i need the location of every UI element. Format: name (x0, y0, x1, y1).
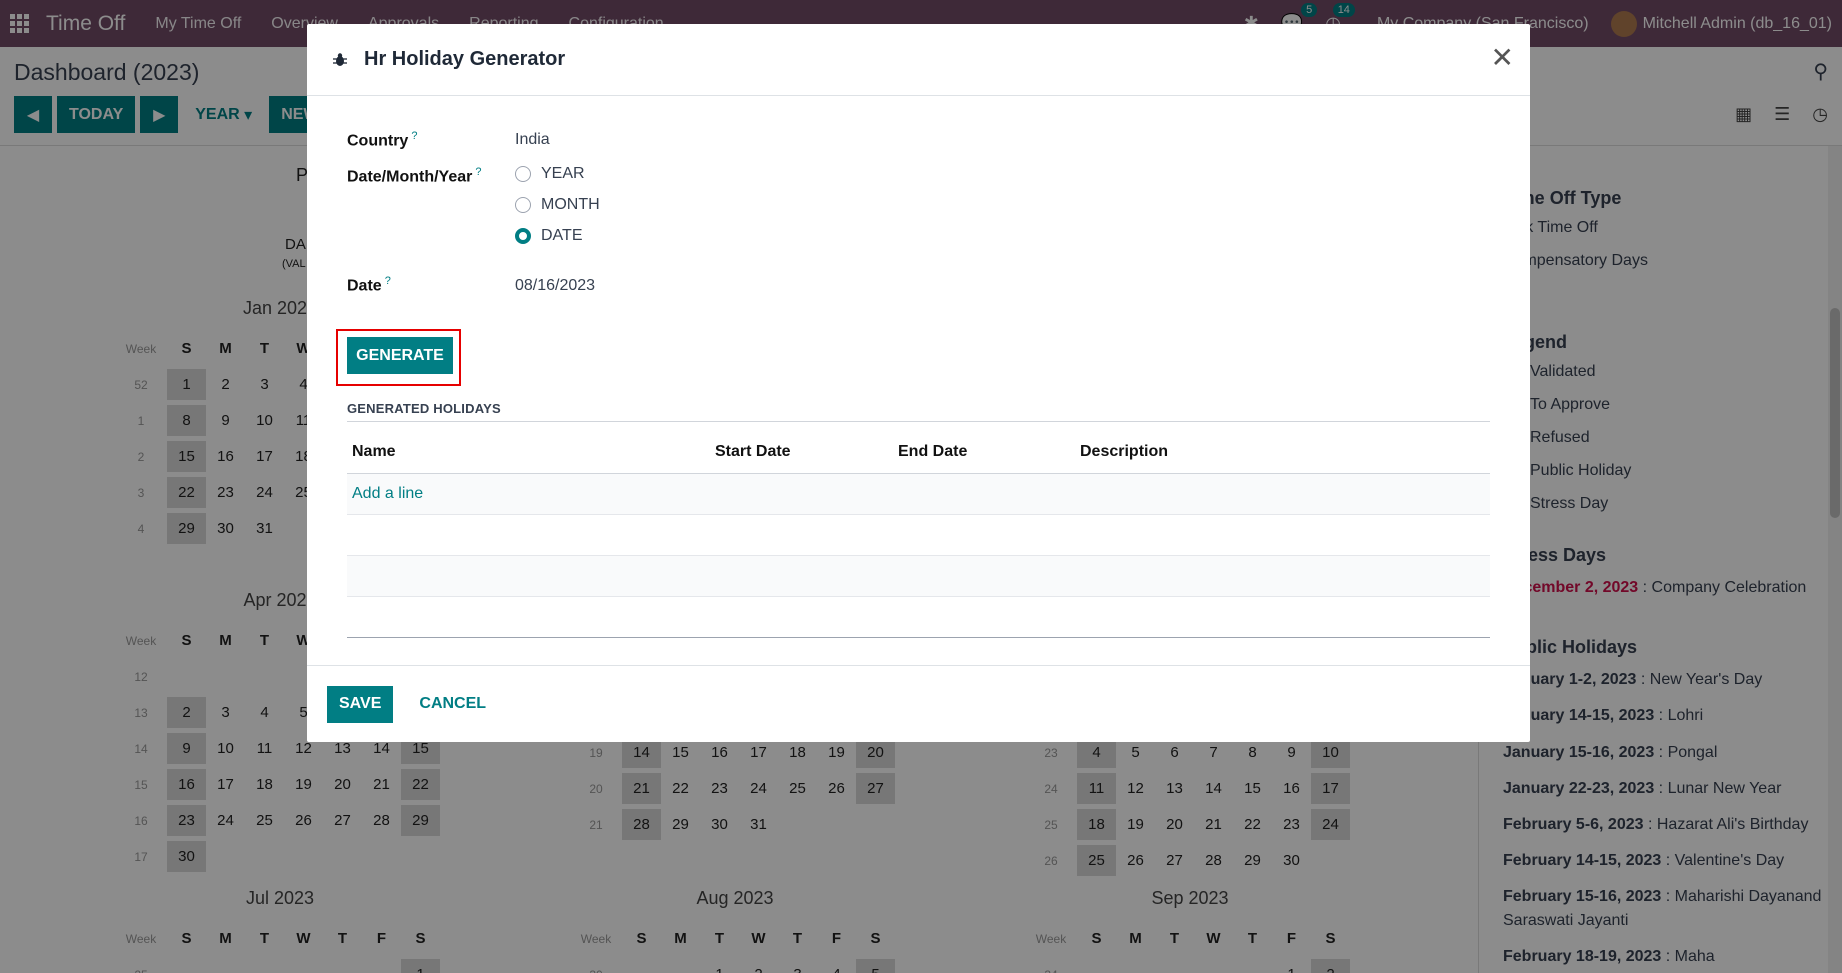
date-label: Date? (347, 275, 391, 295)
radio-date[interactable]: DATE (515, 227, 582, 245)
holiday-generator-dialog: Hr Holiday Generator ✕ Country? India Da… (307, 24, 1530, 742)
radio-circle (515, 166, 531, 182)
bug-icon (332, 52, 348, 68)
help-icon[interactable]: ? (411, 130, 417, 142)
column-description[interactable]: Description (1080, 443, 1168, 461)
help-icon[interactable]: ? (385, 275, 391, 287)
column-end-date[interactable]: End Date (898, 443, 1080, 461)
table-row (347, 556, 1490, 597)
column-name[interactable]: Name (347, 443, 715, 461)
table-row (347, 515, 1490, 556)
table-header: Name Start Date End Date Description (347, 431, 1490, 474)
table-row (347, 597, 1490, 638)
radio-label: YEAR (541, 165, 585, 182)
generate-button[interactable]: GENERATE (347, 337, 453, 374)
date-month-year-label: Date/Month/Year? (347, 166, 481, 186)
radio-label: MONTH (541, 196, 600, 213)
label-text: Date/Month/Year (347, 168, 473, 186)
section-divider (347, 421, 1490, 422)
close-icon[interactable]: ✕ (1491, 44, 1514, 72)
cancel-button[interactable]: CANCEL (409, 695, 496, 713)
country-label: Country? (347, 130, 417, 150)
date-field[interactable]: 08/16/2023 (515, 277, 595, 295)
table-row: Add a line (347, 474, 1490, 515)
radio-year[interactable]: YEAR (515, 165, 585, 183)
dialog-header: Hr Holiday Generator ✕ (307, 24, 1530, 96)
label-text: Date (347, 277, 382, 295)
radio-label: DATE (541, 227, 583, 244)
radio-circle (515, 197, 531, 213)
country-field[interactable]: India (515, 131, 550, 149)
column-start-date[interactable]: Start Date (715, 443, 898, 461)
help-icon[interactable]: ? (475, 166, 481, 178)
radio-month[interactable]: MONTH (515, 196, 600, 214)
generated-holidays-table: Name Start Date End Date Description Add… (347, 431, 1490, 638)
generated-holidays-title: GENERATED HOLIDAYS (347, 401, 501, 416)
label-text: Country (347, 132, 409, 150)
add-line-link[interactable]: Add a line (347, 485, 423, 503)
dialog-footer: SAVE CANCEL (307, 665, 1530, 742)
radio-circle (515, 228, 531, 244)
save-button[interactable]: SAVE (327, 685, 394, 723)
dialog-title: Hr Holiday Generator (364, 48, 566, 70)
